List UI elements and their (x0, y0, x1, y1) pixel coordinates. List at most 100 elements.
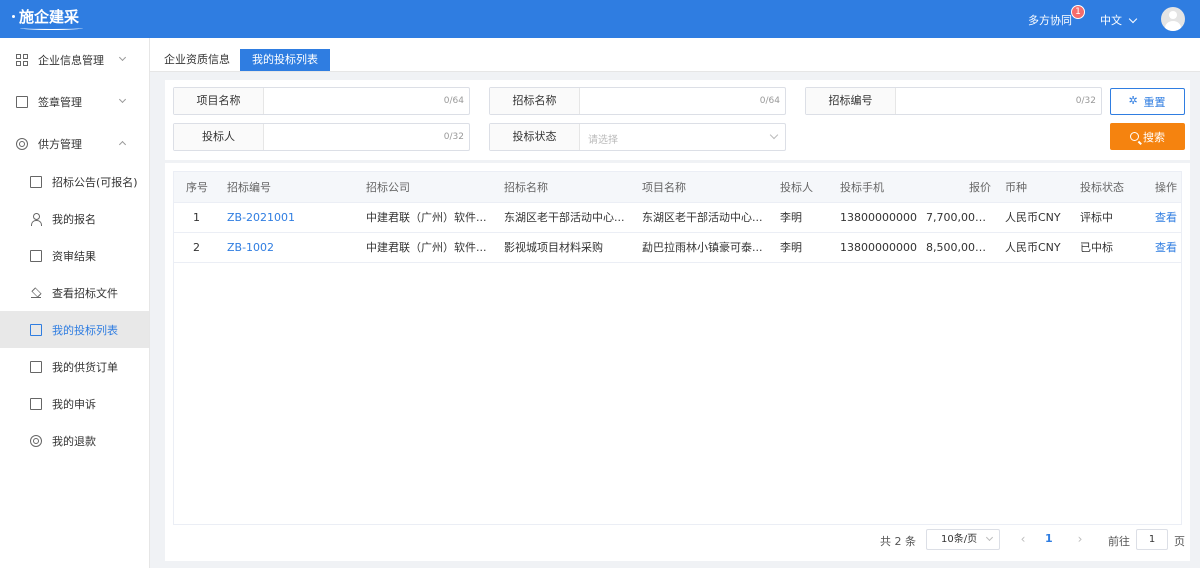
cell-project-name: 勐巴拉雨林小镇豪可泰... (642, 241, 763, 254)
sidebar-item-supply-orders[interactable]: 我的供货订单 (0, 348, 149, 385)
cell-tender-name: 东湖区老干部活动中心... (504, 211, 625, 224)
tab-my-bids[interactable]: 我的投标列表 (240, 49, 330, 71)
sidebar-item-label: 我的投标列表 (52, 323, 118, 337)
page-unit-label: 页 (1174, 535, 1185, 548)
cell-quote: 7,700,000.... (926, 211, 992, 224)
sidebar-item-label: 资审结果 (52, 249, 96, 263)
tab-bar: 企业资质信息 我的投标列表 (150, 38, 1200, 72)
sidebar-item-appeals[interactable]: 我的申诉 (0, 385, 149, 422)
sidebar-item-tender-notice[interactable]: 招标公告(可报名) (0, 163, 149, 200)
view-button[interactable]: 查看 (1155, 233, 1180, 263)
cell-bidder: 李明 (780, 241, 802, 254)
sidebar-item-tender-docs[interactable]: 查看招标文件 (0, 274, 149, 311)
col-quote: 报价 (969, 181, 991, 194)
col-action: 操作 (1155, 181, 1177, 194)
cell-tender-company: 中建君联（广州）软件... (366, 211, 487, 224)
tender-name-label: 招标名称 (490, 88, 580, 114)
notice-icon (30, 175, 42, 188)
notification-badge: 1 (1071, 5, 1085, 19)
bid-list-icon (30, 323, 42, 336)
logo-swoosh-icon (20, 26, 84, 30)
char-count: 0/32 (443, 132, 464, 142)
reset-icon (1129, 94, 1140, 107)
sidebar-item-refunds[interactable]: 我的退款 (0, 422, 149, 459)
prev-page-button[interactable]: ‹ (1016, 532, 1030, 546)
bid-status-field: 投标状态 请选择 (489, 123, 786, 151)
cell-bid-status: 评标中 (1080, 211, 1113, 224)
cell-bid-status: 已中标 (1080, 241, 1113, 254)
col-bidder: 投标人 (780, 181, 813, 194)
grid-icon (16, 53, 28, 66)
sidebar-item-my-registration[interactable]: 我的报名 (0, 200, 149, 237)
cell-tender-no[interactable]: ZB-1002 (227, 233, 357, 263)
tender-no-label: 招标编号 (806, 88, 896, 114)
language-selector[interactable]: 中文 (1100, 12, 1138, 28)
total-count: 共 2 条 (880, 535, 916, 548)
sidebar-item-supplier[interactable]: 供方管理 (0, 125, 149, 162)
logo-text: 施企建采 (19, 8, 80, 26)
document-icon (16, 95, 28, 108)
tab-enterprise-qualification[interactable]: 企业资质信息 (152, 49, 242, 71)
col-bidder-phone: 投标手机 (840, 181, 884, 194)
sidebar-item-label: 查看招标文件 (52, 286, 118, 300)
collab-link[interactable]: 多方协同 (1028, 12, 1072, 28)
sidebar-item-label: 签章管理 (38, 95, 82, 109)
page-size-select[interactable]: 10条/页 (926, 529, 1000, 550)
chevron-down-icon (1128, 14, 1138, 23)
goto-page-input[interactable]: 1 (1136, 529, 1168, 550)
language-label: 中文 (1100, 14, 1122, 27)
select-placeholder: 请选择 (588, 135, 618, 146)
next-page-button[interactable]: › (1073, 532, 1087, 546)
tender-name-input[interactable]: 0/64 (580, 88, 785, 114)
sidebar-item-my-bids[interactable]: 我的投标列表 (0, 311, 149, 348)
table-row: 2 ZB-1002 中建君联（广州）软件... 影视城项目材料采购 勐巴拉雨林小… (174, 233, 1181, 263)
cell-currency: 人民币CNY (1005, 241, 1061, 254)
reset-label: 重置 (1143, 95, 1166, 109)
avatar[interactable] (1161, 7, 1185, 31)
bidder-label: 投标人 (174, 124, 264, 150)
appeal-icon (30, 397, 42, 410)
cell-bidder-phone: 13800000000 (840, 211, 917, 224)
search-button[interactable]: 搜索 (1110, 123, 1185, 150)
chevron-down-icon (985, 533, 994, 542)
current-page[interactable]: 1 (1045, 532, 1053, 545)
target-icon (16, 137, 28, 150)
col-tender-name: 招标名称 (504, 181, 548, 194)
clipboard-check-icon (30, 249, 42, 262)
layers-icon (30, 287, 42, 299)
project-name-field: 项目名称 0/64 (173, 87, 470, 115)
logo[interactable]: 施企建采 (12, 6, 84, 30)
sidebar-item-qualification-result[interactable]: 资审结果 (0, 237, 149, 274)
bidder-input[interactable]: 0/32 (264, 124, 469, 150)
chevron-down-icon (118, 53, 127, 62)
chevron-down-icon (118, 95, 127, 104)
bid-table: 序号 招标编号 招标公司 招标名称 项目名称 投标人 投标手机 报价 币种 投标… (173, 171, 1182, 525)
view-button[interactable]: 查看 (1155, 203, 1180, 233)
search-label: 搜索 (1143, 130, 1165, 144)
col-index: 序号 (186, 181, 208, 194)
cell-tender-name: 影视城项目材料采购 (504, 241, 603, 254)
reset-button[interactable]: 重置 (1110, 88, 1185, 115)
project-name-label: 项目名称 (174, 88, 264, 114)
cell-currency: 人民币CNY (1005, 211, 1061, 224)
cell-tender-no[interactable]: ZB-2021001 (227, 203, 357, 233)
avatar-head-icon (1169, 11, 1177, 19)
order-icon (30, 360, 42, 373)
goto-label: 前往 (1108, 535, 1130, 548)
sidebar-item-label: 我的报名 (52, 212, 96, 226)
sidebar-item-label: 企业信息管理 (38, 53, 104, 67)
table-card: 序号 招标编号 招标公司 招标名称 项目名称 投标人 投标手机 报价 币种 投标… (165, 163, 1190, 561)
tender-no-input[interactable]: 0/32 (896, 88, 1101, 114)
cell-project-name: 东湖区老干部活动中心... (642, 211, 763, 224)
char-count: 0/64 (759, 96, 780, 106)
sidebar-item-enterprise-info[interactable]: 企业信息管理 (0, 41, 149, 78)
col-currency: 币种 (1005, 181, 1027, 194)
avatar-body-icon (1165, 21, 1181, 31)
pagination: 共 2 条 10条/页 ‹ 1 › 前往 1 页 (165, 528, 1190, 552)
project-name-input[interactable]: 0/64 (264, 88, 469, 114)
sidebar-item-signature[interactable]: 签章管理 (0, 83, 149, 120)
user-icon (30, 212, 42, 226)
bid-status-select[interactable]: 请选择 (580, 124, 785, 150)
cell-bidder-phone: 13800000000 (840, 241, 917, 254)
col-bid-status: 投标状态 (1080, 181, 1124, 194)
